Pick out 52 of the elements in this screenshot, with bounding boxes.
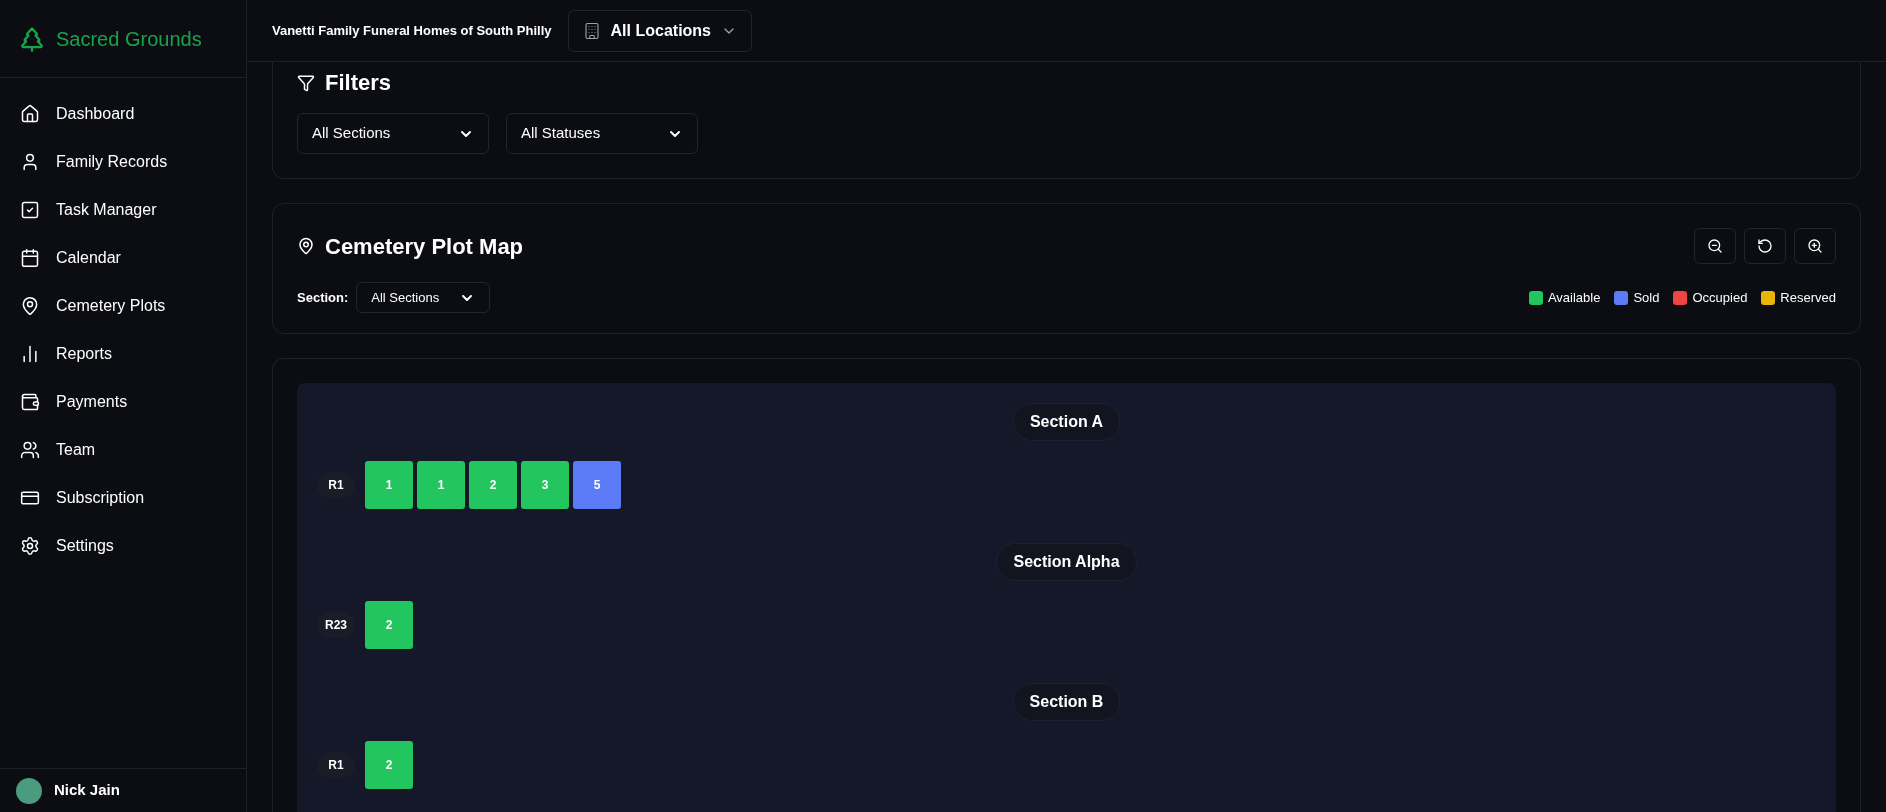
section-heading: Section A (1012, 403, 1121, 441)
nav-item[interactable]: Cemetery Plots (8, 282, 238, 330)
nav-item[interactable]: Dashboard (8, 90, 238, 138)
status-select[interactable]: All Statuses (506, 113, 698, 154)
user-name: Nick Jain (54, 780, 120, 801)
wallet-icon (20, 392, 40, 412)
card-icon (20, 488, 40, 508)
legend-label: Reserved (1780, 288, 1836, 307)
calendar-icon (20, 248, 40, 268)
row-label: R23 (317, 612, 355, 638)
plot-tile[interactable]: 5 (573, 461, 621, 509)
legend-label: Sold (1633, 288, 1660, 307)
map-pin-icon (20, 296, 40, 316)
filter-icon (297, 73, 315, 92)
avatar (16, 777, 42, 804)
organization-name: Vanetti Family Funeral Homes of South Philly (272, 21, 552, 40)
zoom-out-button[interactable] (1694, 228, 1736, 264)
nav-item[interactable]: Reports (8, 330, 238, 378)
row-label: R1 (317, 472, 355, 498)
bar-chart-icon (20, 344, 40, 364)
nav-item[interactable]: Settings (8, 522, 238, 570)
house-icon (20, 104, 40, 124)
nav-item[interactable]: Subscription (8, 474, 238, 522)
reset-button[interactable] (1744, 228, 1786, 264)
nav-item[interactable]: Calendar (8, 234, 238, 282)
nav-item[interactable]: Team (8, 426, 238, 474)
map-section-select[interactable]: All Sections (356, 282, 491, 313)
nav-item[interactable]: Family Records (8, 138, 238, 186)
brand-name: Sacred Grounds (56, 26, 202, 52)
map-pin-icon (297, 237, 315, 255)
plot-map-title: Cemetery Plot Map (325, 232, 524, 261)
zoom-in-button[interactable] (1794, 228, 1836, 264)
settings-icon (20, 536, 40, 556)
filters-title: Filters (325, 69, 392, 97)
reset-icon (1757, 238, 1773, 254)
person-icon (20, 152, 40, 172)
row-label: R1 (317, 752, 355, 778)
section-heading: Section Alpha (996, 543, 1137, 581)
checkbox-icon (20, 200, 40, 220)
legend-label: Occupied (1692, 288, 1748, 307)
building-icon (582, 21, 601, 40)
people-icon (20, 440, 40, 460)
location-selector[interactable]: All Locations (567, 9, 752, 52)
section-label: Section: (297, 288, 349, 307)
zoom-in-icon (1807, 238, 1823, 254)
section-heading: Section B (1012, 683, 1121, 721)
tree-icon (18, 24, 46, 53)
nav-item[interactable]: Task Manager (8, 186, 238, 234)
section-select[interactable]: All Sections (297, 113, 489, 154)
legend-label: Available (1547, 288, 1601, 307)
nav-item[interactable]: Payments (8, 378, 238, 426)
zoom-out-icon (1707, 238, 1723, 254)
